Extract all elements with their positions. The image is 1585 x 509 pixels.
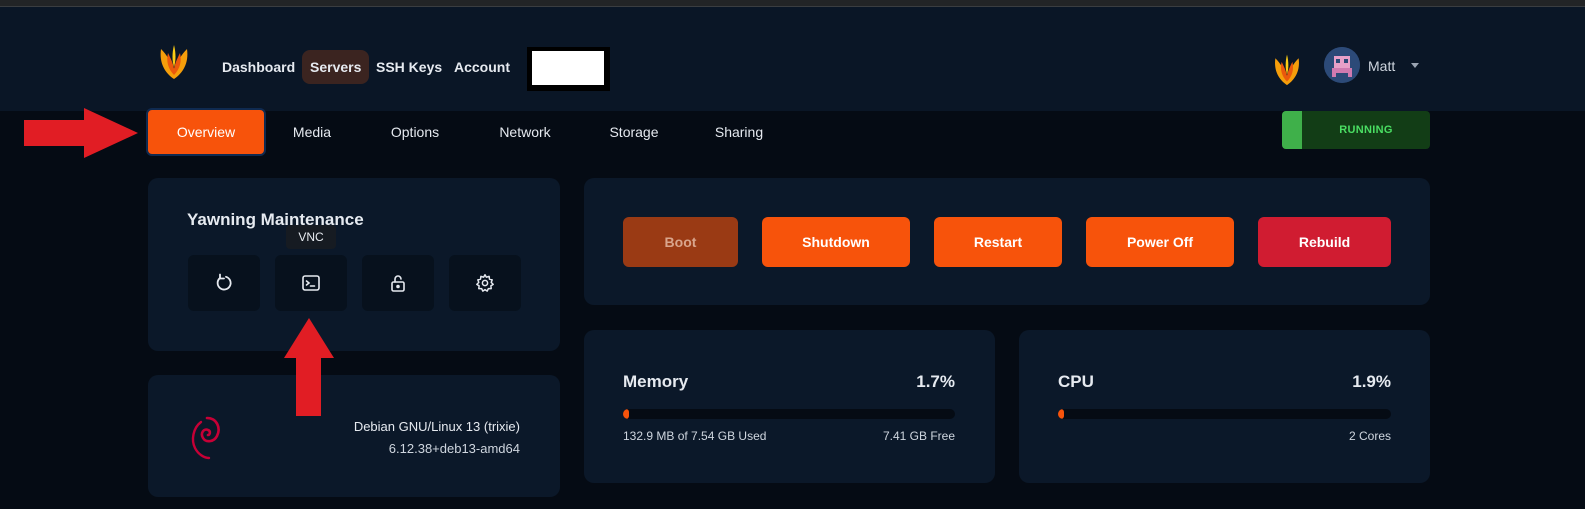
memory-card	[584, 330, 995, 483]
server-name: Yawning Maintenance	[187, 210, 364, 229]
user-avatar[interactable]	[1324, 47, 1360, 83]
nav-dashboard[interactable]: Dashboard	[214, 50, 303, 84]
debian-swirl-icon	[191, 416, 220, 460]
cpu-percent: 1.9%	[1352, 372, 1391, 391]
terminal-icon	[302, 275, 320, 291]
unlock-button[interactable]	[362, 255, 434, 311]
reinstall-icon	[216, 273, 232, 291]
os-kernel: 6.12.38+deb13-amd64	[388, 441, 520, 456]
memory-title: Memory	[623, 372, 689, 391]
gear-icon	[476, 274, 494, 292]
status-indicator	[1282, 111, 1302, 149]
power-off-button[interactable]: Power Off	[1086, 217, 1234, 267]
nav-ssh-keys[interactable]: SSH Keys	[368, 50, 450, 84]
tab-options[interactable]: Options	[380, 112, 450, 152]
tab-sharing[interactable]: Sharing	[708, 112, 770, 152]
memory-progress-fill	[623, 409, 629, 419]
vnc-button[interactable]	[275, 255, 347, 311]
cpu-cores: 2 Cores	[1348, 429, 1391, 443]
rebuild-button[interactable]: Rebuild	[1258, 217, 1391, 267]
tab-overview[interactable]: Overview	[146, 108, 266, 156]
annotation-arrow-right-icon	[24, 108, 138, 158]
redacted-box	[527, 47, 610, 91]
brand-logo-icon	[1275, 54, 1299, 86]
os-name: Debian GNU/Linux 13 (trixie)	[353, 419, 520, 434]
cpu-progress	[1058, 409, 1391, 419]
memory-used: 132.9 MB of 7.54 GB Used	[623, 429, 767, 443]
annotation-arrow-up-icon	[284, 318, 334, 416]
cpu-title: CPU	[1058, 372, 1094, 391]
top-navbar: Dashboard Servers SSH Keys Account Matt	[0, 7, 1585, 111]
boot-button[interactable]: Boot	[623, 217, 738, 267]
shutdown-button[interactable]: Shutdown	[762, 217, 910, 267]
cpu-progress-fill	[1058, 409, 1065, 419]
status-label: RUNNING	[1339, 124, 1393, 136]
settings-button[interactable]	[449, 255, 521, 311]
memory-progress	[623, 409, 955, 419]
memory-free: 7.41 GB Free	[882, 429, 955, 443]
unlock-icon	[391, 275, 405, 292]
user-name[interactable]: Matt	[1368, 58, 1395, 74]
cpu-card	[1019, 330, 1430, 483]
memory-percent: 1.7%	[916, 372, 955, 391]
chevron-down-icon[interactable]	[1411, 63, 1419, 68]
nav-account[interactable]: Account	[446, 50, 518, 84]
reinstall-button[interactable]	[188, 255, 260, 311]
restart-button[interactable]: Restart	[934, 217, 1062, 267]
brand-logo-icon[interactable]	[155, 41, 193, 81]
status-badge: RUNNING	[1282, 111, 1430, 149]
tab-network[interactable]: Network	[490, 112, 560, 152]
tab-media[interactable]: Media	[282, 112, 342, 152]
vnc-tooltip: VNC	[286, 225, 336, 249]
browser-top-strip	[0, 0, 1585, 7]
nav-servers[interactable]: Servers	[302, 50, 370, 84]
tab-storage[interactable]: Storage	[600, 112, 668, 152]
